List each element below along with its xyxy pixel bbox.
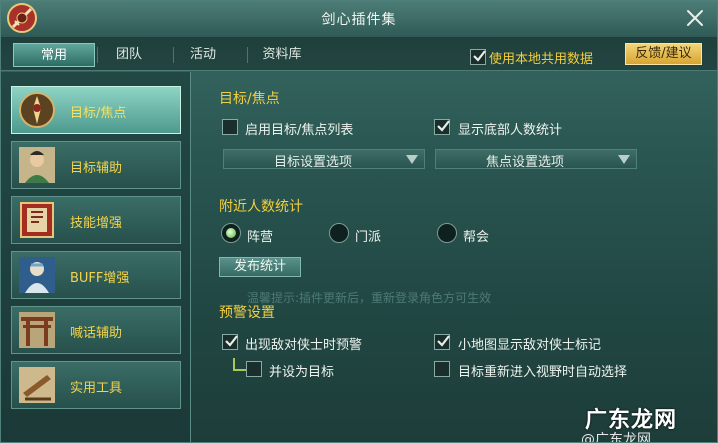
chevron-down-icon [618, 155, 630, 164]
share-data-checkbox[interactable] [470, 49, 486, 65]
enable-list-label: 启用目标/焦点列表 [245, 123, 354, 138]
main-panel: 目标/焦点 启用目标/焦点列表 显示底部人数统计 目标设置选项 焦点设置选项 附… [193, 72, 717, 442]
close-icon[interactable] [683, 6, 707, 30]
show-bottom-count-label: 显示底部人数统计 [458, 123, 563, 138]
tree-connector-icon [233, 358, 247, 371]
buff-warrior-icon [19, 257, 55, 293]
sidebar-item-label: 目标辅助 [70, 161, 123, 176]
sidebar-item-shout-assist[interactable]: 喊话辅助 [11, 306, 181, 354]
skill-book-icon [20, 202, 54, 238]
checkmark-icon [225, 335, 238, 347]
sidebar-item-target-assist[interactable]: 目标辅助 [11, 141, 181, 189]
publish-stats-button[interactable]: 发布统计 [219, 257, 301, 277]
radio-guild-label: 帮会 [463, 230, 490, 245]
section-title-nearby-count: 附近人数统计 [219, 199, 303, 215]
tab-common[interactable]: 常用 [13, 43, 95, 67]
checkmark-icon [437, 335, 450, 347]
section-title-target-focus: 目标/焦点 [219, 91, 280, 107]
tab-database[interactable]: 资料库 [241, 43, 323, 67]
sidebar-item-label: 喊话辅助 [70, 326, 123, 341]
enable-list-checkbox[interactable] [222, 119, 238, 135]
chevron-down-icon [406, 155, 418, 164]
focus-settings-dropdown[interactable]: 焦点设置选项 [435, 149, 637, 170]
sidebar-item-label: BUFF增强 [70, 271, 130, 286]
gate-icon [19, 312, 55, 348]
checkmark-icon [473, 50, 486, 62]
radio-camp[interactable] [221, 223, 241, 243]
warn-enemy-checkbox[interactable] [222, 334, 238, 350]
set-as-target-label: 并设为目标 [269, 365, 335, 380]
update-hint: 温馨提示:插件更新后，重新登录角色方可生效 [247, 291, 492, 305]
watermark-subtext: @广东龙网 [581, 432, 651, 443]
target-settings-value: 目标设置选项 [273, 155, 352, 170]
sidebar-item-label: 实用工具 [70, 381, 123, 396]
radio-sect[interactable] [329, 223, 349, 243]
share-data-label: 使用本地共用数据 [489, 52, 594, 67]
radio-selected-dot [226, 228, 236, 238]
focus-settings-value: 焦点设置选项 [485, 155, 564, 170]
minimap-mark-label: 小地图显示敌对侠士标记 [458, 338, 602, 353]
sidebar: 目标/焦点 目标辅助 技能增强 BUFF增强 喊话辅助 实用工具 [1, 72, 191, 442]
sidebar-item-skill-boost[interactable]: 技能增强 [11, 196, 181, 244]
tab-activity[interactable]: 活动 [162, 43, 244, 67]
sidebar-item-buff-boost[interactable]: BUFF增强 [11, 251, 181, 299]
target-settings-dropdown[interactable]: 目标设置选项 [223, 149, 425, 170]
section-title-warning: 预警设置 [219, 305, 275, 321]
sidebar-item-target-focus[interactable]: 目标/焦点 [11, 86, 181, 134]
tab-team[interactable]: 团队 [88, 43, 170, 67]
radio-camp-label: 阵营 [247, 230, 274, 245]
minimap-mark-checkbox[interactable] [434, 334, 450, 350]
target-focus-icon [19, 92, 55, 128]
tab-bar: 常用 团队 活动 资料库 使用本地共用数据 [1, 37, 717, 71]
sidebar-item-utility-tools[interactable]: 实用工具 [11, 361, 181, 409]
feedback-button[interactable]: 反馈/建议 [625, 43, 702, 65]
checkmark-icon [437, 120, 450, 132]
warn-enemy-label: 出现敌对侠士时预警 [245, 338, 363, 353]
plugin-window: 剑心插件集 常用 团队 活动 资料库 使用本地共用数据 反馈/建议 目标/焦点 [0, 0, 718, 443]
set-as-target-checkbox[interactable] [246, 361, 262, 377]
character-portrait-icon [19, 147, 55, 183]
title-bar[interactable]: 剑心插件集 [1, 1, 717, 37]
radio-sect-label: 门派 [355, 230, 382, 245]
show-bottom-count-checkbox[interactable] [434, 119, 450, 135]
auto-select-label: 目标重新进入视野时自动选择 [458, 365, 628, 380]
sidebar-item-label: 技能增强 [70, 216, 123, 231]
window-title: 剑心插件集 [321, 12, 397, 28]
sidebar-item-label: 目标/焦点 [70, 106, 127, 121]
radio-guild[interactable] [437, 223, 457, 243]
auto-select-checkbox[interactable] [434, 361, 450, 377]
scroll-tools-icon [19, 367, 55, 403]
